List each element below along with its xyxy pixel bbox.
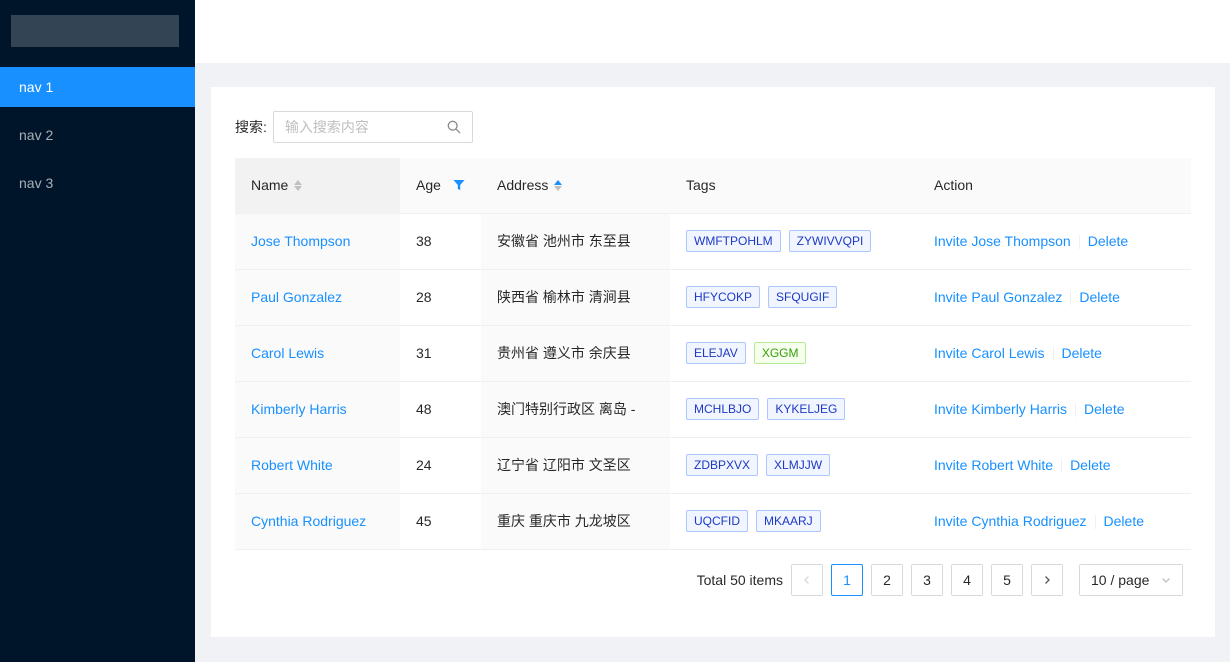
page-button-4[interactable]: 4 <box>951 564 983 596</box>
invite-link[interactable]: Invite Cynthia Rodriguez <box>934 513 1087 529</box>
search-row: 搜索: <box>235 111 473 143</box>
tag: UQCFID <box>686 510 748 532</box>
pagination: Total 50 items 1 2 3 4 5 10 / page <box>697 564 1183 596</box>
filter-icon[interactable] <box>453 179 465 191</box>
row-age: 28 <box>400 269 481 326</box>
data-table: Name Age Address Tags Action Jose Thomps… <box>235 158 1191 550</box>
table-row: Paul Gonzalez 28 陕西省 榆林市 清涧县 HFYCOKP SFQU… <box>235 269 1191 326</box>
divider <box>1052 347 1054 362</box>
invite-link[interactable]: Invite Carol Lewis <box>934 345 1045 361</box>
tag: ZDBPXVX <box>686 454 759 476</box>
row-name-link[interactable]: Carol Lewis <box>251 345 324 361</box>
row-address: 重庆 重庆市 九龙坡区 <box>481 493 670 550</box>
total-items: Total 50 items <box>696 572 783 588</box>
main-content: 搜索: Name Age <box>211 87 1215 637</box>
delete-link[interactable]: Delete <box>1079 289 1119 305</box>
tag: ELEJAV <box>686 342 746 364</box>
invite-link[interactable]: Invite Robert White <box>934 457 1053 473</box>
divider <box>1070 291 1072 306</box>
nav-item-2[interactable]: nav 2 <box>0 115 195 155</box>
row-age: 31 <box>400 325 481 382</box>
row-name-link[interactable]: Paul Gonzalez <box>251 289 342 305</box>
search-icon[interactable] <box>447 120 461 134</box>
row-age: 38 <box>400 213 481 270</box>
search-box <box>272 111 473 143</box>
table-header-row: Name Age Address Tags Action <box>235 158 1191 214</box>
page-button-5[interactable]: 5 <box>991 564 1023 596</box>
invite-link[interactable]: Invite Kimberly Harris <box>934 401 1067 417</box>
row-age: 48 <box>400 381 481 438</box>
row-address: 贵州省 遵义市 余庆县 <box>481 325 670 382</box>
table-row: Cynthia Rodriguez 45 重庆 重庆市 九龙坡区 UQCFID M… <box>235 493 1191 550</box>
page-size-select[interactable]: 10 / page <box>1079 564 1183 596</box>
tag: XGGM <box>753 342 807 364</box>
tag: KYKELJEG <box>767 398 846 420</box>
table-row: Carol Lewis 31 贵州省 遵义市 余庆县 ELEJAV XGGM In… <box>235 325 1191 382</box>
chevron-down-icon <box>1162 578 1170 583</box>
table-row: Robert White 24 辽宁省 辽阳市 文圣区 ZDBPXVX XLMJJ… <box>235 437 1191 494</box>
row-name-link[interactable]: Robert White <box>251 457 333 473</box>
prev-page-button[interactable] <box>791 564 823 596</box>
table-row: Kimberly Harris 48 澳门特别行政区 离岛 - MCHLBJO K… <box>235 381 1191 438</box>
page-button-1[interactable]: 1 <box>831 564 863 596</box>
tag: MCHLBJO <box>686 398 760 420</box>
nav-menu: nav 1 nav 2 nav 3 <box>0 67 195 211</box>
row-address: 澳门特别行政区 离岛 - <box>481 381 670 438</box>
page-button-2[interactable]: 2 <box>871 564 903 596</box>
page-size-value: 10 / page <box>1091 572 1150 588</box>
sidebar: nav 1 nav 2 nav 3 <box>0 0 195 662</box>
column-header-address[interactable]: Address <box>481 158 670 214</box>
tag: ZYWIVVQPI <box>788 230 872 252</box>
next-page-button[interactable] <box>1031 564 1063 596</box>
tag: SFQUGIF <box>768 286 838 308</box>
column-header-name[interactable]: Name <box>235 158 400 214</box>
chevron-left-icon <box>804 576 809 584</box>
sort-icon[interactable] <box>554 179 563 191</box>
sort-icon[interactable] <box>294 179 303 191</box>
logo <box>11 15 179 47</box>
column-header-tags: Tags <box>670 158 918 214</box>
delete-link[interactable]: Delete <box>1084 401 1124 417</box>
column-action-label: Action <box>934 177 973 194</box>
column-age-label: Age <box>416 177 441 194</box>
search-label: 搜索: <box>235 119 267 135</box>
divider <box>1061 459 1063 474</box>
row-address: 安徽省 池州市 东至县 <box>481 213 670 270</box>
tag: XLMJJW <box>766 454 831 476</box>
search-input[interactable] <box>273 112 472 142</box>
column-header-age[interactable]: Age <box>400 158 481 214</box>
column-tags-label: Tags <box>686 177 716 194</box>
invite-link[interactable]: Invite Jose Thompson <box>934 233 1071 249</box>
column-address-label: Address <box>497 177 549 194</box>
row-age: 24 <box>400 437 481 494</box>
tag: MKAARJ <box>756 510 821 532</box>
divider <box>1094 515 1096 530</box>
row-address: 辽宁省 辽阳市 文圣区 <box>481 437 670 494</box>
delete-link[interactable]: Delete <box>1088 233 1128 249</box>
page-button-3[interactable]: 3 <box>911 564 943 596</box>
nav-item-1[interactable]: nav 1 <box>0 67 195 107</box>
row-age: 45 <box>400 493 481 550</box>
delete-link[interactable]: Delete <box>1070 457 1110 473</box>
row-name-link[interactable]: Jose Thompson <box>251 233 350 249</box>
invite-link[interactable]: Invite Paul Gonzalez <box>934 289 1062 305</box>
divider <box>1075 403 1077 418</box>
column-header-action: Action <box>918 158 1191 214</box>
delete-link[interactable]: Delete <box>1062 345 1102 361</box>
tag: WMFTPOHLM <box>686 230 781 252</box>
row-name-link[interactable]: Cynthia Rodriguez <box>251 513 366 529</box>
chevron-right-icon <box>1045 576 1050 584</box>
table-row: Jose Thompson 38 安徽省 池州市 东至县 WMFTPOHLM ZY… <box>235 213 1191 270</box>
column-name-label: Name <box>251 177 289 194</box>
row-address: 陕西省 榆林市 清涧县 <box>481 269 670 326</box>
row-name-link[interactable]: Kimberly Harris <box>251 401 347 417</box>
divider <box>1078 235 1080 250</box>
tag: HFYCOKP <box>686 286 761 308</box>
header <box>195 0 1230 63</box>
delete-link[interactable]: Delete <box>1104 513 1144 529</box>
nav-item-3[interactable]: nav 3 <box>0 163 195 203</box>
